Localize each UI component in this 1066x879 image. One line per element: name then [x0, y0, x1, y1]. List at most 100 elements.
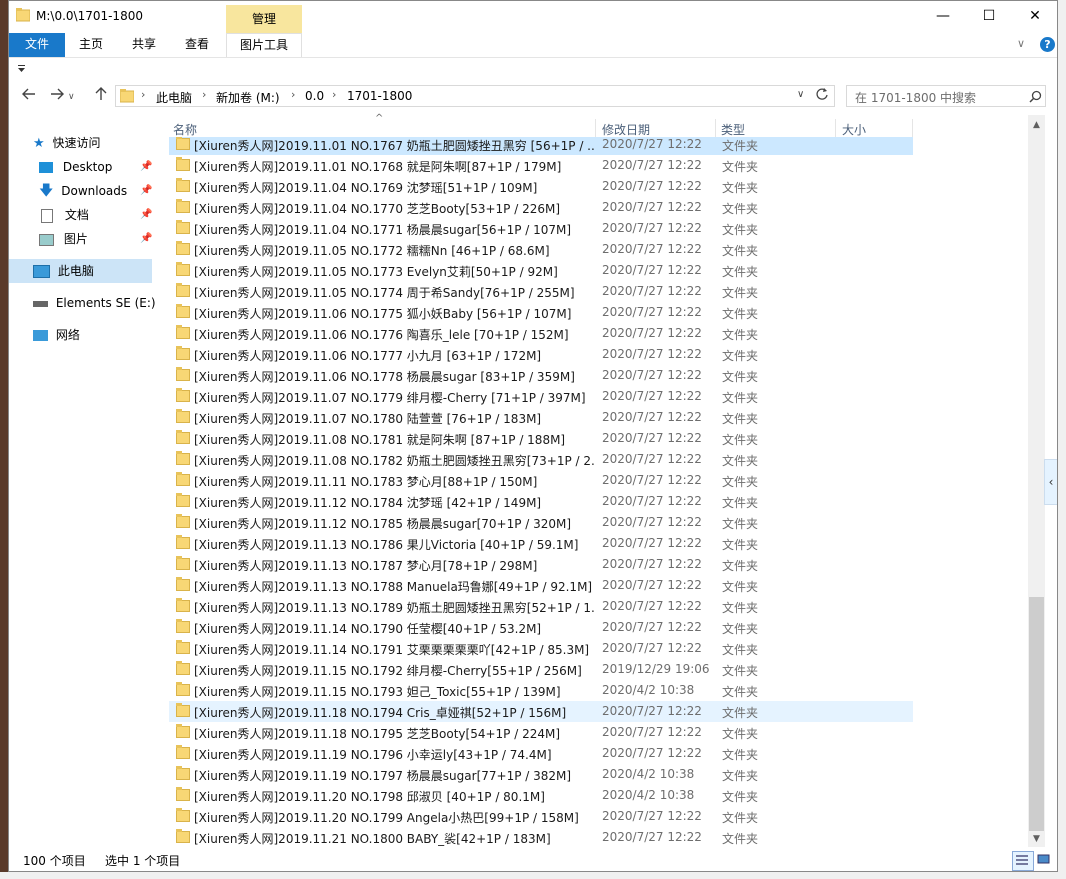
details-view-button[interactable] — [1012, 851, 1034, 871]
file-name[interactable]: [Xiuren秀人网]2019.11.04 NO.1770 芝芝Booty[53… — [194, 200, 594, 217]
file-row[interactable]: [Xiuren秀人网]2019.11.19 NO.1796 小幸运ly[43+1… — [169, 743, 913, 764]
file-name[interactable]: [Xiuren秀人网]2019.11.01 NO.1768 就是阿朱啊[87+1… — [194, 158, 594, 175]
file-row[interactable]: [Xiuren秀人网]2019.11.04 NO.1769 沈梦瑶[51+1P … — [169, 176, 913, 197]
file-row[interactable]: [Xiuren秀人网]2019.11.08 NO.1782 奶瓶土肥圆矮挫丑黑穷… — [169, 449, 913, 470]
file-name[interactable]: [Xiuren秀人网]2019.11.07 NO.1779 绯月樱-Cherry… — [194, 389, 594, 406]
file-row[interactable]: [Xiuren秀人网]2019.11.15 NO.1792 绯月樱-Cherry… — [169, 659, 913, 680]
nav-this-pc[interactable]: 此电脑 — [33, 260, 94, 282]
file-row[interactable]: [Xiuren秀人网]2019.11.20 NO.1798 邱淑贝 [40+1P… — [169, 785, 913, 806]
file-name[interactable]: [Xiuren秀人网]2019.11.06 NO.1778 杨晨晨sugar [… — [194, 368, 594, 385]
refresh-button[interactable] — [815, 87, 833, 105]
recent-locations-button[interactable]: ∨ — [68, 92, 75, 102]
file-row[interactable]: [Xiuren秀人网]2019.11.14 NO.1790 任莹樱[40+1P … — [169, 617, 913, 638]
minimize-button[interactable]: — — [920, 1, 966, 33]
file-name[interactable]: [Xiuren秀人网]2019.11.01 NO.1767 奶瓶土肥圆矮挫丑黑穷… — [194, 137, 594, 154]
up-button[interactable] — [89, 87, 113, 107]
file-name[interactable]: [Xiuren秀人网]2019.11.07 NO.1780 陆萱萱 [76+1P… — [194, 410, 594, 427]
breadcrumb-separator[interactable]: › — [202, 88, 206, 101]
file-name[interactable]: [Xiuren秀人网]2019.11.15 NO.1793 妲己_Toxic[5… — [194, 683, 594, 700]
breadcrumb-separator[interactable]: › — [332, 88, 336, 101]
file-name[interactable]: [Xiuren秀人网]2019.11.12 NO.1785 杨晨晨sugar[7… — [194, 515, 594, 532]
help-icon[interactable]: ? — [1040, 37, 1055, 52]
file-name[interactable]: [Xiuren秀人网]2019.11.08 NO.1782 奶瓶土肥圆矮挫丑黑穷… — [194, 452, 594, 469]
file-row[interactable]: [Xiuren秀人网]2019.11.08 NO.1781 就是阿朱啊 [87+… — [169, 428, 913, 449]
file-row[interactable]: [Xiuren秀人网]2019.11.01 NO.1767 奶瓶土肥圆矮挫丑黑穷… — [169, 137, 913, 155]
file-name[interactable]: [Xiuren秀人网]2019.11.11 NO.1783 梦心月[88+1P … — [194, 473, 594, 490]
back-button[interactable] — [17, 87, 41, 107]
file-row[interactable]: [Xiuren秀人网]2019.11.19 NO.1797 杨晨晨sugar[7… — [169, 764, 913, 785]
scroll-up-button[interactable]: ▲ — [1028, 117, 1045, 134]
breadcrumb-separator[interactable]: › — [141, 88, 145, 101]
file-row[interactable]: [Xiuren秀人网]2019.11.15 NO.1793 妲己_Toxic[5… — [169, 680, 913, 701]
file-row[interactable]: [Xiuren秀人网]2019.11.13 NO.1788 Manuela玛鲁娜… — [169, 575, 913, 596]
file-row[interactable]: [Xiuren秀人网]2019.11.04 NO.1770 芝芝Booty[53… — [169, 197, 913, 218]
tab-view[interactable]: 查看 — [179, 33, 215, 57]
file-name[interactable]: [Xiuren秀人网]2019.11.15 NO.1792 绯月樱-Cherry… — [194, 662, 594, 679]
file-name[interactable]: [Xiuren秀人网]2019.11.04 NO.1771 杨晨晨sugar[5… — [194, 221, 594, 238]
file-name[interactable]: [Xiuren秀人网]2019.11.04 NO.1769 沈梦瑶[51+1P … — [194, 179, 594, 196]
file-name[interactable]: [Xiuren秀人网]2019.11.05 NO.1772 糯糯Nn [46+1… — [194, 242, 594, 259]
file-name[interactable]: [Xiuren秀人网]2019.11.05 NO.1774 周于希Sandy[7… — [194, 284, 594, 301]
file-name[interactable]: [Xiuren秀人网]2019.11.14 NO.1791 艾栗栗栗栗栗吖[42… — [194, 641, 594, 658]
file-row[interactable]: [Xiuren秀人网]2019.11.12 NO.1785 杨晨晨sugar[7… — [169, 512, 913, 533]
tab-file[interactable]: 文件 — [9, 33, 65, 57]
file-row[interactable]: [Xiuren秀人网]2019.11.06 NO.1776 陶喜乐_lele [… — [169, 323, 913, 344]
close-button[interactable]: ✕ — [1012, 1, 1057, 33]
file-name[interactable]: [Xiuren秀人网]2019.11.06 NO.1775 狐小妖Baby [5… — [194, 305, 594, 322]
tab-manage[interactable]: 管理 — [226, 5, 302, 33]
preview-pane-toggle[interactable]: ‹ — [1044, 459, 1057, 505]
file-row[interactable]: [Xiuren秀人网]2019.11.06 NO.1775 狐小妖Baby [5… — [169, 302, 913, 323]
file-row[interactable]: [Xiuren秀人网]2019.11.05 NO.1774 周于希Sandy[7… — [169, 281, 913, 302]
nav-documents[interactable]: 文档 📌 — [41, 204, 152, 226]
file-name[interactable]: [Xiuren秀人网]2019.11.06 NO.1776 陶喜乐_lele [… — [194, 326, 594, 343]
file-name[interactable]: [Xiuren秀人网]2019.11.08 NO.1781 就是阿朱啊 [87+… — [194, 431, 594, 448]
file-name[interactable]: [Xiuren秀人网]2019.11.14 NO.1790 任莹樱[40+1P … — [194, 620, 594, 637]
maximize-button[interactable]: ☐ — [966, 1, 1012, 33]
breadcrumb-this-pc[interactable]: 此电脑 — [156, 89, 192, 106]
nav-pictures[interactable]: 图片 📌 — [39, 228, 152, 250]
nav-quick-access[interactable]: ★ 快速访问 — [33, 132, 101, 154]
tab-home[interactable]: 主页 — [73, 33, 109, 57]
nav-downloads[interactable]: 🡇 Downloads 📌 — [39, 180, 152, 202]
file-row[interactable]: [Xiuren秀人网]2019.11.13 NO.1789 奶瓶土肥圆矮挫丑黑穷… — [169, 596, 913, 617]
file-name[interactable]: [Xiuren秀人网]2019.11.20 NO.1798 邱淑贝 [40+1P… — [194, 788, 594, 805]
file-name[interactable]: [Xiuren秀人网]2019.11.05 NO.1773 Evelyn艾莉[5… — [194, 263, 594, 280]
file-row[interactable]: [Xiuren秀人网]2019.11.07 NO.1780 陆萱萱 [76+1P… — [169, 407, 913, 428]
tab-picture-tools[interactable]: 图片工具 — [226, 33, 302, 57]
file-name[interactable]: [Xiuren秀人网]2019.11.13 NO.1789 奶瓶土肥圆矮挫丑黑穷… — [194, 599, 594, 616]
file-row[interactable]: [Xiuren秀人网]2019.11.07 NO.1779 绯月樱-Cherry… — [169, 386, 913, 407]
scroll-down-button[interactable]: ▼ — [1028, 831, 1045, 848]
file-name[interactable]: [Xiuren秀人网]2019.11.06 NO.1777 小九月 [63+1P… — [194, 347, 594, 364]
quick-access-toolbar-icon[interactable] — [17, 63, 27, 76]
file-name[interactable]: [Xiuren秀人网]2019.11.18 NO.1794 Cris_卓娅祺[5… — [194, 704, 594, 721]
search-icon[interactable] — [1029, 90, 1042, 103]
file-name[interactable]: [Xiuren秀人网]2019.11.19 NO.1797 杨晨晨sugar[7… — [194, 767, 594, 784]
large-icons-view-button[interactable] — [1035, 851, 1055, 869]
file-name[interactable]: [Xiuren秀人网]2019.11.18 NO.1795 芝芝Booty[54… — [194, 725, 594, 742]
title-bar[interactable]: M:\0.0\1701-1800 管理 — ☐ ✕ — [9, 1, 1057, 33]
tab-share[interactable]: 共享 — [126, 33, 162, 57]
file-row[interactable]: [Xiuren秀人网]2019.11.18 NO.1795 芝芝Booty[54… — [169, 722, 913, 743]
file-name[interactable]: [Xiuren秀人网]2019.11.13 NO.1786 果儿Victoria… — [194, 536, 594, 553]
file-name[interactable]: [Xiuren秀人网]2019.11.19 NO.1796 小幸运ly[43+1… — [194, 746, 594, 763]
file-row[interactable]: [Xiuren秀人网]2019.11.11 NO.1783 梦心月[88+1P … — [169, 470, 913, 491]
breadcrumb-drive[interactable]: 新加卷 (M:) — [216, 89, 280, 106]
file-row[interactable]: [Xiuren秀人网]2019.11.01 NO.1768 就是阿朱啊[87+1… — [169, 155, 913, 176]
file-row[interactable]: [Xiuren秀人网]2019.11.05 NO.1773 Evelyn艾莉[5… — [169, 260, 913, 281]
file-row[interactable]: [Xiuren秀人网]2019.11.14 NO.1791 艾栗栗栗栗栗吖[42… — [169, 638, 913, 659]
search-box[interactable]: 在 1701-1800 中搜索 — [846, 85, 1046, 107]
file-row[interactable]: [Xiuren秀人网]2019.11.06 NO.1777 小九月 [63+1P… — [169, 344, 913, 365]
file-row[interactable]: [Xiuren秀人网]2019.11.12 NO.1784 沈梦瑶 [42+1P… — [169, 491, 913, 512]
breadcrumb-current[interactable]: 1701-1800 — [347, 89, 412, 103]
address-dropdown-icon[interactable]: ∨ — [797, 89, 804, 100]
file-row[interactable]: [Xiuren秀人网]2019.11.18 NO.1794 Cris_卓娅祺[5… — [169, 701, 913, 722]
file-name[interactable]: [Xiuren秀人网]2019.11.20 NO.1799 Angela小热巴[… — [194, 809, 594, 826]
file-row[interactable]: [Xiuren秀人网]2019.11.21 NO.1800 BABY_裟[42+… — [169, 827, 913, 847]
file-row[interactable]: [Xiuren秀人网]2019.11.04 NO.1771 杨晨晨sugar[5… — [169, 218, 913, 239]
breadcrumb-separator[interactable]: › — [291, 88, 295, 101]
file-row[interactable]: [Xiuren秀人网]2019.11.13 NO.1786 果儿Victoria… — [169, 533, 913, 554]
nav-elements-drive[interactable]: Elements SE (E:) — [33, 292, 156, 314]
nav-desktop[interactable]: Desktop 📌 — [39, 156, 152, 178]
ribbon-expand-icon[interactable]: ∨ — [1017, 37, 1025, 50]
file-name[interactable]: [Xiuren秀人网]2019.11.13 NO.1787 梦心月[78+1P … — [194, 557, 594, 574]
